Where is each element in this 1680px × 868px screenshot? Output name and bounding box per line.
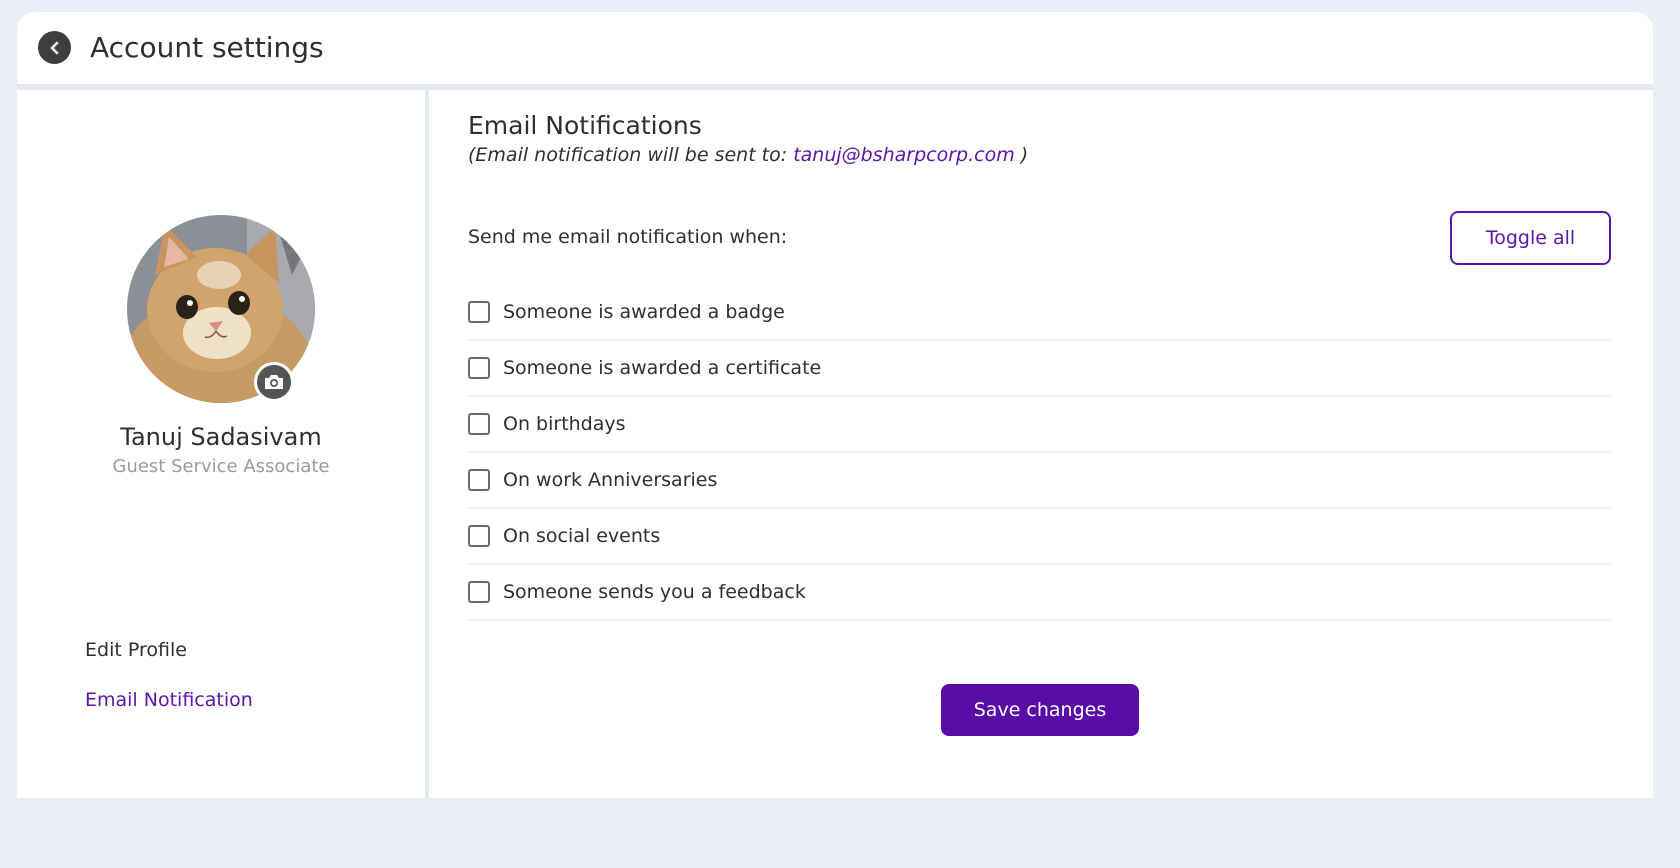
feedback-checkbox[interactable]	[468, 581, 490, 603]
back-button[interactable]	[38, 31, 71, 64]
list-item: Someone sends you a feedback	[468, 565, 1611, 621]
camera-icon	[265, 375, 283, 389]
notification-email-note: (Email notification will be sent to: tan…	[468, 142, 1028, 168]
list-item: Someone is awarded a certificate	[468, 341, 1611, 397]
option-label: Someone is awarded a certificate	[503, 357, 822, 379]
badge-checkbox[interactable]	[468, 301, 490, 323]
page-title: Account settings	[90, 31, 324, 64]
list-item: On birthdays	[468, 397, 1611, 453]
birthdays-checkbox[interactable]	[468, 413, 490, 435]
sidebar-item-edit-profile[interactable]: Edit Profile	[85, 637, 187, 663]
anniversaries-checkbox[interactable]	[468, 469, 490, 491]
notification-options-list: Someone is awarded a badge Someone is aw…	[468, 285, 1611, 621]
list-item: On work Anniversaries	[468, 453, 1611, 509]
option-label: Someone sends you a feedback	[503, 581, 806, 603]
email-notifications-panel: Email Notifications (Email notification …	[429, 90, 1653, 798]
change-photo-button[interactable]	[254, 362, 294, 402]
chevron-left-icon	[50, 41, 58, 54]
list-item: On social events	[468, 509, 1611, 565]
profile-name: Tanuj Sadasivam	[120, 423, 322, 451]
option-label: On birthdays	[503, 413, 626, 435]
social-events-checkbox[interactable]	[468, 525, 490, 547]
option-label: On social events	[503, 525, 661, 547]
note-prefix: (Email notification will be sent to:	[468, 144, 794, 166]
option-label: On work Anniversaries	[503, 469, 718, 491]
note-suffix: )	[1014, 144, 1029, 166]
toggle-all-button[interactable]: Toggle all	[1450, 211, 1611, 265]
sidebar: Tanuj Sadasivam Guest Service Associate …	[17, 90, 425, 798]
sidebar-item-email-notification[interactable]: Email Notification	[85, 687, 253, 713]
section-title: Email Notifications	[468, 111, 702, 140]
page-header: Account settings	[17, 12, 1653, 84]
certificate-checkbox[interactable]	[468, 357, 490, 379]
option-label: Someone is awarded a badge	[503, 301, 785, 323]
profile-role: Guest Service Associate	[112, 456, 330, 477]
list-item: Someone is awarded a badge	[468, 285, 1611, 341]
notification-email: tanuj@bsharpcorp.com	[793, 144, 1015, 166]
notification-prompt: Send me email notification when:	[468, 226, 788, 248]
save-changes-button[interactable]: Save changes	[941, 684, 1139, 736]
